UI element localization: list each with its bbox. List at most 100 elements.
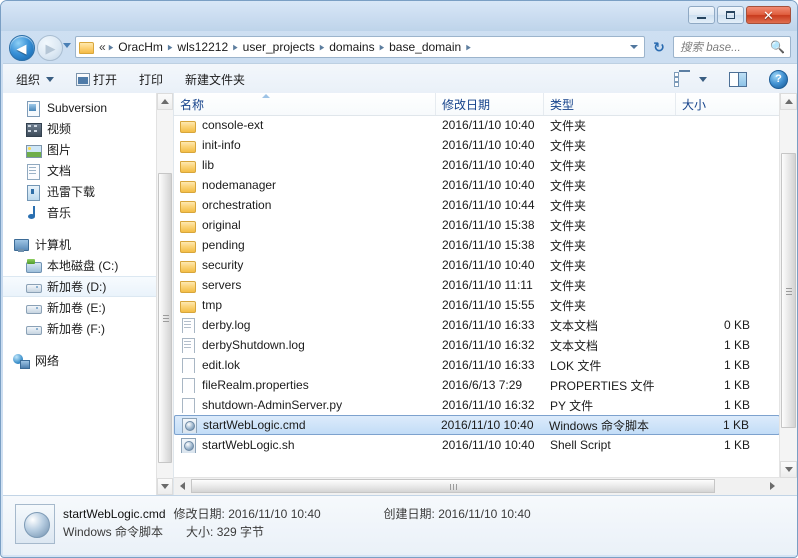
open-button[interactable]: 打开 xyxy=(67,67,126,92)
table-row[interactable]: original 2016/11/10 15:38 文件夹 xyxy=(174,215,780,235)
file-type-cell: 文件夹 xyxy=(550,298,587,313)
table-row[interactable]: tmp 2016/11/10 15:55 文件夹 xyxy=(174,295,780,315)
file-type-icon xyxy=(15,504,55,544)
table-row[interactable]: pending 2016/11/10 15:38 文件夹 xyxy=(174,235,780,255)
breadcrumb-overflow[interactable]: « xyxy=(96,39,107,55)
table-row[interactable]: derbyShutdown.log 2016/11/10 16:32 文本文档 1 K… xyxy=(174,335,780,355)
file-list-vertical-scrollbar[interactable] xyxy=(779,93,797,478)
file-name-cell: console-ext xyxy=(174,118,436,133)
column-header-name[interactable]: 名称 xyxy=(174,93,436,115)
maximize-button[interactable] xyxy=(717,6,744,24)
sidebar-group-computer[interactable]: 计算机 xyxy=(3,234,156,255)
documents-icon xyxy=(25,163,42,180)
organize-button[interactable]: 组织 xyxy=(7,67,63,92)
file-date-cell: 2016/11/10 16:33 xyxy=(442,358,535,372)
sidebar-item-local-disk-c[interactable]: 本地磁盘 (C:) xyxy=(3,255,156,276)
chevron-down-icon[interactable] xyxy=(626,37,642,57)
scroll-up-button[interactable] xyxy=(157,93,173,110)
column-header-date-modified[interactable]: 修改日期 xyxy=(436,93,544,115)
minimize-button[interactable] xyxy=(688,6,715,24)
sidebar-item-documents[interactable]: 文档 xyxy=(3,160,156,181)
table-row[interactable]: console-ext 2016/11/10 10:40 文件夹 xyxy=(174,115,780,135)
breadcrumb-item-1[interactable]: wls12212 xyxy=(174,39,231,55)
column-header-type[interactable]: 类型 xyxy=(544,93,676,115)
back-button[interactable]: ◀ xyxy=(9,35,35,61)
file-type-cell: 文件夹 xyxy=(550,178,587,193)
sidebar-item-volume-e[interactable]: 新加卷 (E:) xyxy=(3,297,156,318)
recent-locations-button[interactable] xyxy=(63,43,71,48)
system-drive-icon xyxy=(25,258,42,274)
breadcrumb-item-4[interactable]: base_domain xyxy=(386,39,464,55)
scroll-down-button[interactable] xyxy=(780,461,797,478)
navigation-scrollbar[interactable] xyxy=(156,93,173,495)
table-row[interactable]: startWebLogic.cmd 2016/11/10 10:40 Windows… xyxy=(174,415,780,435)
sidebar-item-volume-d[interactable]: 新加卷 (D:) xyxy=(3,276,156,297)
breadcrumb-item-0[interactable]: OracHm xyxy=(115,39,166,55)
file-name-label: startWebLogic.sh xyxy=(202,438,295,452)
scroll-up-button[interactable] xyxy=(780,93,797,110)
sidebar-item-label: 视频 xyxy=(47,122,72,136)
column-header-label: 修改日期 xyxy=(442,97,491,112)
sidebar-item-downloads[interactable]: 迅雷下载 xyxy=(3,181,156,202)
search-input[interactable]: 搜索 base... xyxy=(677,39,770,55)
scrollbar-thumb[interactable] xyxy=(158,173,172,463)
print-button[interactable]: 打印 xyxy=(130,67,172,92)
preview-pane-icon xyxy=(729,71,747,87)
table-row[interactable]: init-info 2016/11/10 10:40 文件夹 xyxy=(174,135,780,155)
table-row[interactable]: startWebLogic.sh 2016/11/10 10:40 Shell Sc… xyxy=(174,435,780,455)
scroll-left-button[interactable] xyxy=(174,478,190,494)
file-date-cell: 2016/11/10 16:32 xyxy=(442,398,535,412)
file-name-cell: edit.lok xyxy=(174,357,436,373)
sidebar-item-label: 新加卷 (F:) xyxy=(47,322,105,336)
forward-button[interactable]: ▶ xyxy=(37,35,63,61)
breadcrumb-item-3[interactable]: domains xyxy=(326,39,377,55)
sidebar-item-label: Subversion xyxy=(47,100,108,115)
sidebar-item-music[interactable]: 音乐 xyxy=(3,202,156,223)
table-row[interactable]: servers 2016/11/10 11:11 文件夹 xyxy=(174,275,780,295)
table-row[interactable]: shutdown-AdminServer.py 2016/11/10 16:32 P… xyxy=(174,395,780,415)
table-row[interactable]: derby.log 2016/11/10 16:33 文本文档 0 KB xyxy=(174,315,780,335)
refresh-button[interactable]: ↻ xyxy=(649,37,669,57)
file-size-cell: 1 KB xyxy=(723,378,750,392)
close-button[interactable]: ✕ xyxy=(746,6,791,24)
new-folder-button[interactable]: 新建文件夹 xyxy=(176,67,254,92)
file-type-cell: 文件夹 xyxy=(550,198,587,213)
sidebar-item-subversion[interactable]: Subversion xyxy=(3,97,156,118)
preview-pane-button[interactable] xyxy=(720,68,756,91)
window-controls: ✕ xyxy=(688,6,791,24)
folder-icon xyxy=(180,278,196,293)
table-row[interactable]: orchestration 2016/11/10 10:44 文件夹 xyxy=(174,195,780,215)
refresh-icon: ↻ xyxy=(653,38,665,55)
sidebar-group-network[interactable]: 网络 xyxy=(3,350,156,371)
scroll-down-button[interactable] xyxy=(157,478,173,495)
help-icon: ? xyxy=(769,69,788,89)
sort-ascending-icon xyxy=(262,94,270,98)
scroll-right-button[interactable] xyxy=(764,478,780,494)
help-button[interactable]: ? xyxy=(760,66,797,93)
scrollbar-thumb[interactable] xyxy=(781,153,796,428)
address-row: ◀ ▶ « ▸ OracHm ▸ wls12212 ▸ user_project… xyxy=(1,31,797,63)
table-row[interactable]: nodemanager 2016/11/10 10:40 文件夹 xyxy=(174,175,780,195)
scrollbar-thumb[interactable] xyxy=(191,479,715,493)
table-row[interactable]: lib 2016/11/10 10:40 文件夹 xyxy=(174,155,780,175)
file-list-horizontal-scrollbar[interactable] xyxy=(174,477,780,495)
sidebar-item-volume-f[interactable]: 新加卷 (F:) xyxy=(3,318,156,339)
open-label: 打开 xyxy=(93,72,118,87)
table-row[interactable]: fileRealm.properties 2016/6/13 7:29 PROPER… xyxy=(174,375,780,395)
computer-icon xyxy=(13,237,30,253)
table-row[interactable]: security 2016/11/10 10:40 文件夹 xyxy=(174,255,780,275)
sidebar-item-videos[interactable]: 视频 xyxy=(3,118,156,139)
table-row[interactable]: edit.lok 2016/11/10 16:33 LOK 文件 1 KB xyxy=(174,355,780,375)
file-name-label: nodemanager xyxy=(202,178,277,192)
address-bar[interactable]: « ▸ OracHm ▸ wls12212 ▸ user_projects ▸ … xyxy=(75,36,645,58)
chevron-right-icon: ▸ xyxy=(466,40,471,53)
pictures-icon xyxy=(25,142,42,158)
file-name-cell: security xyxy=(174,258,436,273)
sidebar-item-pictures[interactable]: 图片 xyxy=(3,139,156,160)
column-header-size[interactable]: 大小 xyxy=(676,93,760,115)
search-box[interactable]: 搜索 base... 🔍 xyxy=(673,36,791,58)
file-type-cell: PROPERTIES 文件 xyxy=(550,378,655,393)
breadcrumb-item-2[interactable]: user_projects xyxy=(240,39,318,55)
maximize-icon xyxy=(726,11,735,19)
change-view-button[interactable] xyxy=(664,66,716,92)
